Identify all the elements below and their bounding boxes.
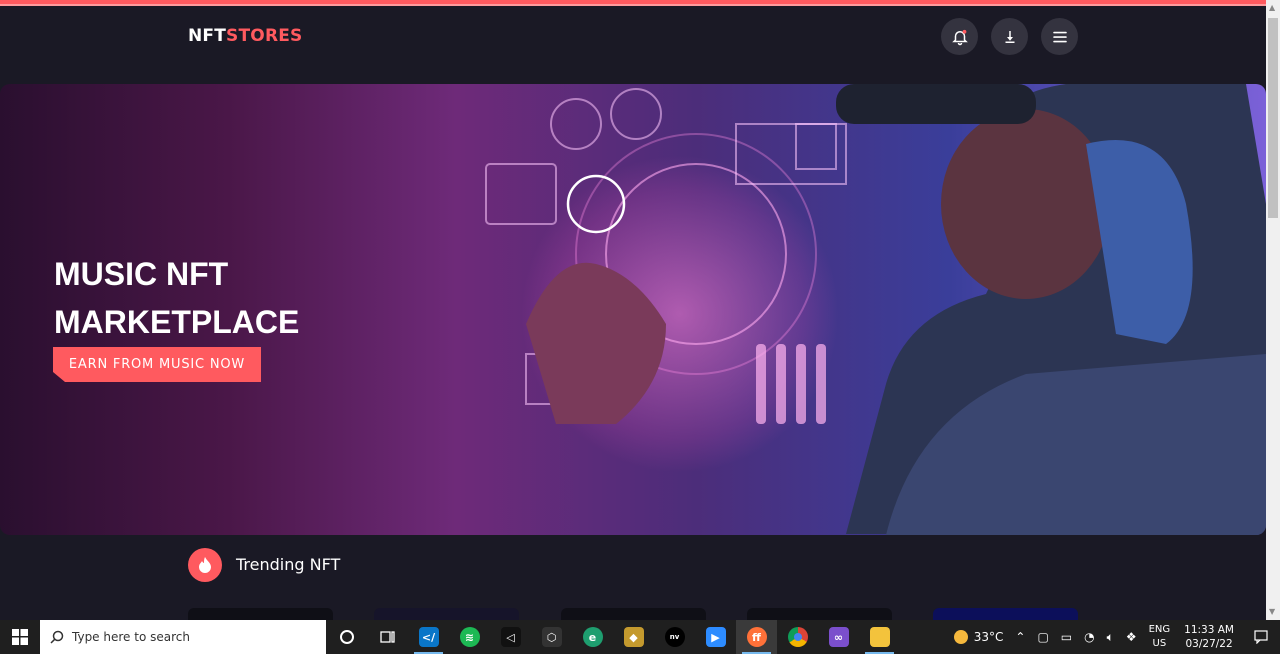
cube-icon: ⬡ <box>541 627 562 647</box>
task-view-icon <box>379 631 395 643</box>
taskbar-app-vscode[interactable]: </ <box>408 620 449 654</box>
chat-bubble-icon <box>1254 630 1268 644</box>
system-tray: 33°C ⌃ ▢ ▭ ◔ 🔈︎ ❖ ENG US 11:33 AM 03/27/… <box>948 620 1280 654</box>
site-header: NFTSTORES <box>0 6 1266 84</box>
tray-meet-now[interactable]: ▢ <box>1031 630 1054 644</box>
hero-title-line2: MARKETPLACE <box>54 304 300 340</box>
nft-card[interactable] <box>561 608 706 620</box>
app-icon: ◆ <box>623 627 644 647</box>
taskbar-app-spotify[interactable]: ≋ <box>449 620 490 654</box>
hamburger-menu-icon <box>1052 31 1067 42</box>
taskbar-app-zoom[interactable]: ▶ <box>695 620 736 654</box>
taskbar-search-box[interactable]: Type here to search <box>40 620 326 654</box>
language-code: ENG <box>1148 624 1171 635</box>
taskbar-clock[interactable]: 11:33 AM 03/27/22 <box>1176 623 1242 651</box>
language-indicator[interactable]: ENG US <box>1143 623 1177 651</box>
wifi-icon: ◔ <box>1084 630 1095 644</box>
weather-temp: 33°C <box>973 630 1004 644</box>
taskbar-app-visual-studio[interactable]: ∞ <box>818 620 859 654</box>
flame-icon <box>199 557 211 573</box>
cortana-icon <box>339 630 354 644</box>
scrollbar-thumb[interactable] <box>1268 18 1278 218</box>
cortana-button[interactable] <box>326 620 367 654</box>
vertical-scrollbar[interactable]: ▲ ▼ <box>1266 0 1280 620</box>
brand-logo[interactable]: NFTSTORES <box>188 26 303 46</box>
earn-from-music-button[interactable]: EARN FROM MUSIC NOW <box>53 347 261 382</box>
clock-date: 03/27/22 <box>1185 638 1233 650</box>
tray-dropbox[interactable]: ❖ <box>1120 630 1143 644</box>
nft-card[interactable] <box>747 608 892 620</box>
scroll-down-arrow-icon[interactable]: ▼ <box>1269 608 1277 616</box>
region-code: US <box>1152 638 1167 649</box>
trending-badge <box>188 548 222 582</box>
folder-icon <box>869 627 890 647</box>
tray-volume[interactable]: 🔈︎ <box>1101 630 1120 645</box>
battery-icon: ▭ <box>1060 630 1073 644</box>
visual-studio-icon: ∞ <box>828 627 849 647</box>
browser-page: NFTSTORES MUSIC NFT MARKETPLACE EARN FRO… <box>0 0 1280 654</box>
tray-battery[interactable]: ▭ <box>1055 630 1078 644</box>
bell-icon <box>951 29 968 45</box>
dropbox-icon: ❖ <box>1125 630 1137 644</box>
taskbar-app-edge[interactable]: e <box>572 620 613 654</box>
tray-wifi[interactable]: ◔ <box>1078 630 1100 644</box>
download-button[interactable] <box>991 18 1028 55</box>
zoom-icon: ▶ <box>705 627 726 647</box>
taskbar-app-firefox[interactable]: ff <box>736 620 777 654</box>
windows-taskbar: Type here to search </ ≋ ◁ ⬡ e ◆ nv ▶ ff… <box>0 620 1280 654</box>
search-icon <box>50 630 64 644</box>
download-icon <box>1005 30 1014 43</box>
trending-title: Trending NFT <box>236 555 341 574</box>
taskbar-app-file-explorer[interactable] <box>859 620 900 654</box>
vr-hologram-illustration <box>485 84 1266 535</box>
nft-card[interactable] <box>933 608 1078 620</box>
chevron-up-icon: ⌃ <box>1015 630 1026 644</box>
start-button[interactable] <box>0 620 40 654</box>
brand-logo-stores: STORES <box>226 26 303 46</box>
nvidia-icon: nv <box>664 627 685 647</box>
notification-center-button[interactable] <box>1242 630 1280 644</box>
hero-title-line1: MUSIC NFT <box>54 256 229 292</box>
windows-logo-icon <box>12 629 28 645</box>
taskbar-app-chrome[interactable] <box>777 620 818 654</box>
hero-banner: MUSIC NFT MARKETPLACE EARN FROM MUSIC NO… <box>0 84 1266 535</box>
taskbar-app-nvidia[interactable]: nv <box>654 620 695 654</box>
weather-widget[interactable]: 33°C <box>948 630 1010 644</box>
hero-title: MUSIC NFT MARKETPLACE <box>54 250 299 346</box>
taskbar-app-unity[interactable]: ◁ <box>490 620 531 654</box>
edge-icon: e <box>582 627 603 647</box>
brand-logo-nft: NFT <box>188 26 227 46</box>
chrome-icon <box>787 627 808 647</box>
task-view-button[interactable] <box>367 620 408 654</box>
camera-icon: ▢ <box>1037 630 1049 644</box>
speaker-icon: 🔈︎ <box>1106 629 1114 644</box>
search-placeholder: Type here to search <box>72 630 190 644</box>
notifications-button[interactable] <box>941 18 978 55</box>
taskbar-app-generic[interactable]: ◆ <box>613 620 654 654</box>
taskbar-app-3d-viewer[interactable]: ⬡ <box>531 620 572 654</box>
firefox-icon: ff <box>746 627 767 647</box>
spotify-icon: ≋ <box>459 627 480 647</box>
nft-card[interactable] <box>188 608 333 620</box>
nft-card[interactable] <box>374 608 519 620</box>
unity-icon: ◁ <box>500 627 521 647</box>
menu-button[interactable] <box>1041 18 1078 55</box>
clock-time: 11:33 AM <box>1184 624 1234 636</box>
scroll-up-arrow-icon[interactable]: ▲ <box>1269 4 1277 12</box>
tray-overflow-button[interactable]: ⌃ <box>1009 630 1031 644</box>
sun-cloud-icon <box>953 630 968 644</box>
vscode-icon: </ <box>418 627 439 647</box>
